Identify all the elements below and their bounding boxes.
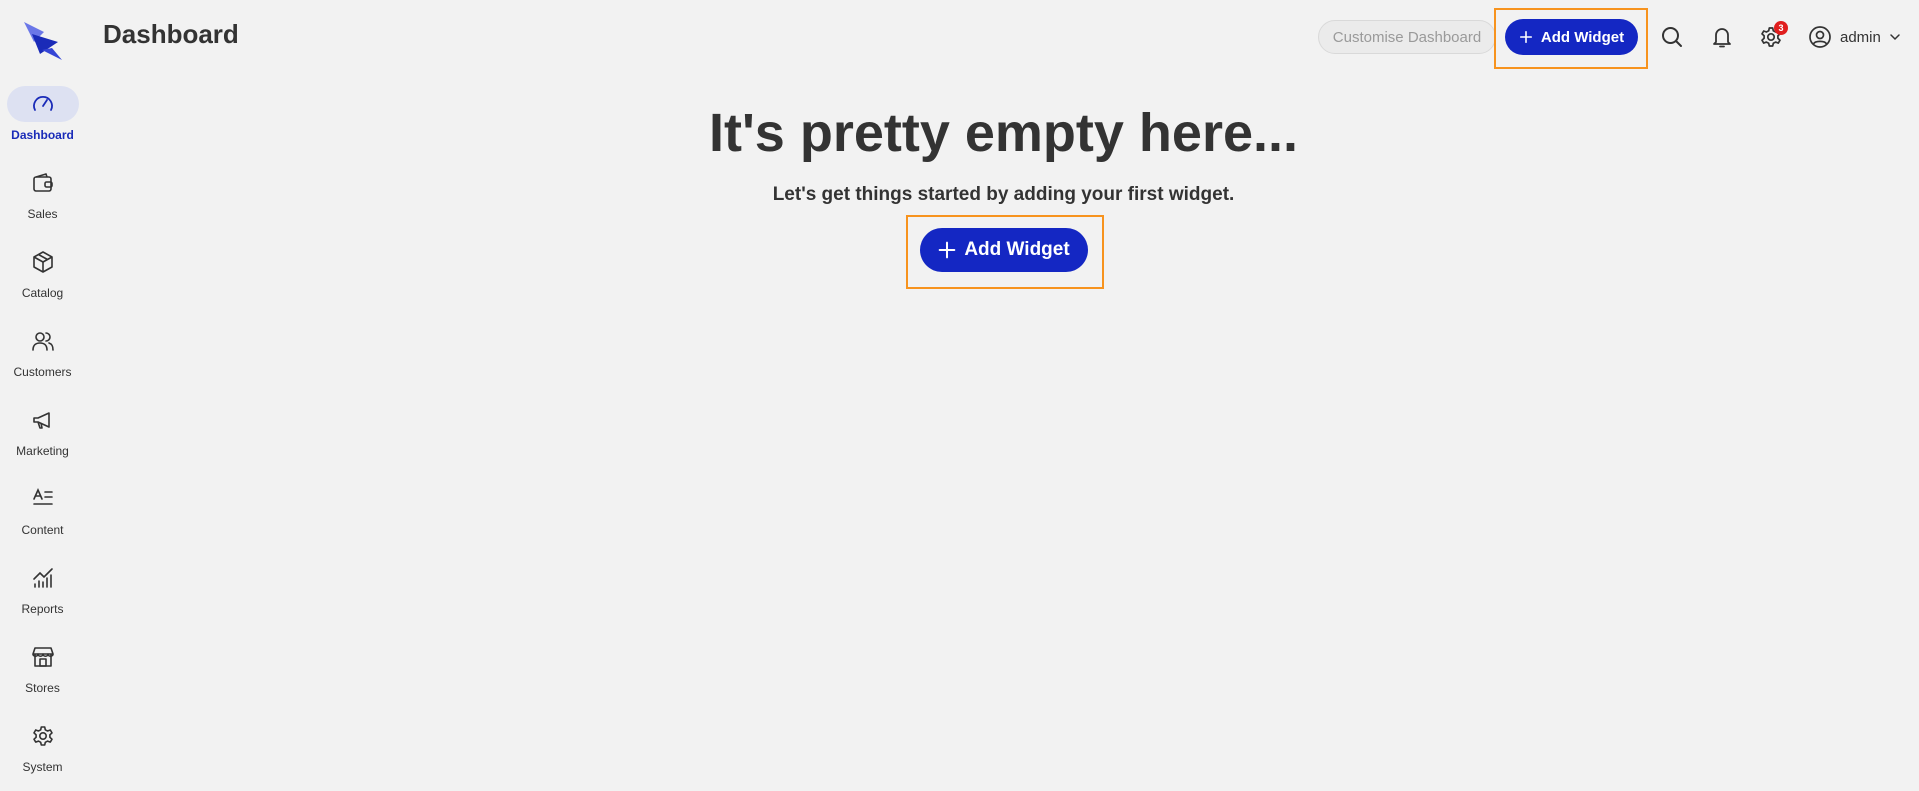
box-icon	[32, 251, 53, 273]
settings-notifications-button[interactable]: 3	[1757, 21, 1788, 51]
plus-icon	[1519, 30, 1533, 44]
users-icon	[31, 332, 54, 351]
sidebar-item-label: Catalog	[21, 286, 64, 300]
sidebar-item-marketing[interactable]: Marketing	[0, 402, 85, 472]
sidebar-item-reports[interactable]: Reports	[0, 560, 85, 630]
sidebar-item-label: Marketing	[16, 444, 69, 458]
user-circle-icon	[1809, 26, 1831, 48]
bell-icon	[1713, 28, 1731, 48]
add-widget-label: Add Widget	[1540, 28, 1625, 46]
add-widget-label: Add Widget	[964, 239, 1070, 260]
sidebar-item-label: Content	[21, 523, 64, 537]
page-title: Dashboard	[103, 19, 239, 49]
search-icon	[1662, 27, 1682, 47]
search-button[interactable]	[1658, 23, 1686, 51]
username: admin	[1840, 28, 1881, 46]
notification-badge: 3	[1774, 21, 1788, 35]
empty-state-subtitle: Let's get things started by adding your …	[772, 184, 1235, 205]
sidebar-item-catalog[interactable]: Catalog	[0, 244, 85, 314]
sidebar-item-label: System	[22, 760, 63, 774]
sidebar-item-label: Reports	[21, 602, 64, 616]
customise-dashboard-button[interactable]: Customise Dashboard	[1318, 20, 1496, 54]
plus-icon	[938, 241, 956, 259]
sidebar-item-stores[interactable]: Stores	[0, 639, 85, 709]
notifications-button[interactable]	[1708, 23, 1736, 51]
sidebar-item-label: Customers	[13, 365, 72, 379]
gear-icon	[32, 726, 53, 746]
logo-icon[interactable]	[22, 20, 64, 62]
user-menu[interactable]: admin	[1808, 22, 1901, 52]
sidebar-item-customers[interactable]: Customers	[0, 323, 85, 393]
empty-state-title: It's pretty empty here...	[708, 103, 1299, 163]
sidebar-item-content[interactable]: Content	[0, 481, 85, 551]
app: Dashboard Sales Catalog Customers Market…	[0, 0, 1919, 791]
megaphone-icon	[32, 412, 50, 429]
header-add-widget-button[interactable]: Add Widget	[1505, 19, 1638, 55]
sidebar-item-system[interactable]: System	[0, 718, 85, 788]
chart-icon	[32, 568, 53, 588]
empty-state-add-widget-button[interactable]: Add Widget	[920, 228, 1088, 272]
content-icon	[32, 488, 53, 505]
chevron-down-icon	[1890, 34, 1900, 41]
sidebar-item-label: Stores	[25, 681, 60, 695]
store-icon	[31, 647, 54, 667]
sidebar-item-label: Sales	[27, 207, 58, 221]
